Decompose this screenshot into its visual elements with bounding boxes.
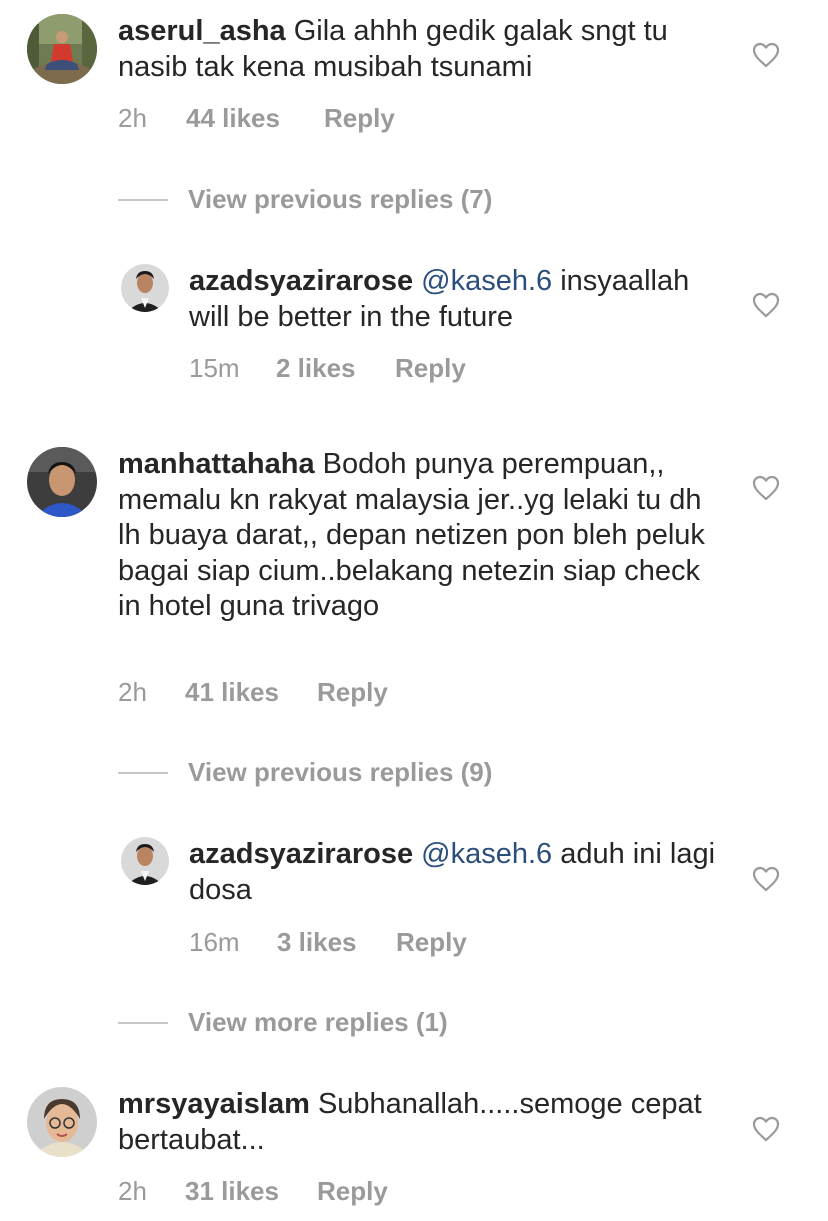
view-replies-label: View previous replies (7) xyxy=(188,184,493,214)
comment-meta: 2h 41 likes Reply xyxy=(118,677,388,708)
like-heart-icon[interactable] xyxy=(752,866,780,892)
avatar-man-suit-icon xyxy=(121,264,169,312)
reply-button[interactable]: Reply xyxy=(324,103,395,134)
like-heart-icon[interactable] xyxy=(752,292,780,318)
mention-link[interactable]: @kaseh.6 xyxy=(421,265,552,297)
comment-meta: 2h 31 likes Reply xyxy=(118,1176,388,1207)
comment-username[interactable]: aserul_asha xyxy=(118,15,286,47)
mention-link[interactable]: @kaseh.6 xyxy=(421,838,552,870)
reply-button[interactable]: Reply xyxy=(317,677,388,708)
reply-button[interactable]: Reply xyxy=(396,927,467,958)
comment-likes[interactable]: 41 likes xyxy=(185,677,317,708)
reply-button[interactable]: Reply xyxy=(395,353,466,384)
comment-text: aserul_asha Gila ahhh gedik galak sngt t… xyxy=(118,14,718,85)
comment-meta: 16m 3 likes Reply xyxy=(189,927,467,958)
divider-line xyxy=(118,199,168,201)
comment-username[interactable]: azadsyazirarose xyxy=(189,265,413,297)
avatar-woman-glasses-icon xyxy=(27,1087,97,1157)
comment-time: 2h xyxy=(118,1176,147,1206)
avatar-person-outdoors-icon xyxy=(27,14,97,84)
like-heart-icon[interactable] xyxy=(752,42,780,68)
comment-time: 15m xyxy=(189,353,240,383)
avatar[interactable] xyxy=(121,837,169,885)
avatar[interactable] xyxy=(27,14,97,84)
like-heart-icon[interactable] xyxy=(752,1116,780,1142)
divider-line xyxy=(118,772,168,774)
avatar[interactable] xyxy=(27,447,97,517)
comment-text: mrsyayaislam Subhanallah.....semoge cepa… xyxy=(118,1087,718,1158)
comments-thread: aserul_asha Gila ahhh gedik galak sngt t… xyxy=(0,0,828,1221)
comment-likes[interactable]: 31 likes xyxy=(185,1176,317,1207)
comment-text: manhattahaha Bodoh punya perempuan,, mem… xyxy=(118,447,718,625)
view-replies-label: View previous replies (9) xyxy=(188,757,493,787)
comment-likes[interactable]: 44 likes xyxy=(186,103,324,134)
comment-likes[interactable]: 3 likes xyxy=(277,927,396,958)
comment-username[interactable]: mrsyayaislam xyxy=(118,1088,310,1120)
comment-time: 2h xyxy=(118,677,147,707)
comment-text: azadsyazirarose @kaseh.6 insyaallah will… xyxy=(189,264,719,335)
divider-line xyxy=(118,1022,168,1024)
comment-likes[interactable]: 2 likes xyxy=(276,353,395,384)
reply-button[interactable]: Reply xyxy=(317,1176,388,1207)
comment-time: 2h xyxy=(118,103,147,133)
avatar[interactable] xyxy=(121,264,169,312)
comment-username[interactable]: manhattahaha xyxy=(118,448,315,480)
avatar[interactable] xyxy=(27,1087,97,1157)
comment-text: azadsyazirarose @kaseh.6 aduh ini lagi d… xyxy=(189,837,719,908)
comment-username[interactable]: azadsyazirarose xyxy=(189,838,413,870)
like-heart-icon[interactable] xyxy=(752,475,780,501)
comment-meta: 2h 44 likes Reply xyxy=(118,103,395,134)
avatar-man-selfie-icon xyxy=(27,447,97,517)
view-replies-label: View more replies (1) xyxy=(188,1007,448,1037)
comment-time: 16m xyxy=(189,927,240,957)
avatar-man-suit-icon xyxy=(121,837,169,885)
comment-meta: 15m 2 likes Reply xyxy=(189,353,466,384)
